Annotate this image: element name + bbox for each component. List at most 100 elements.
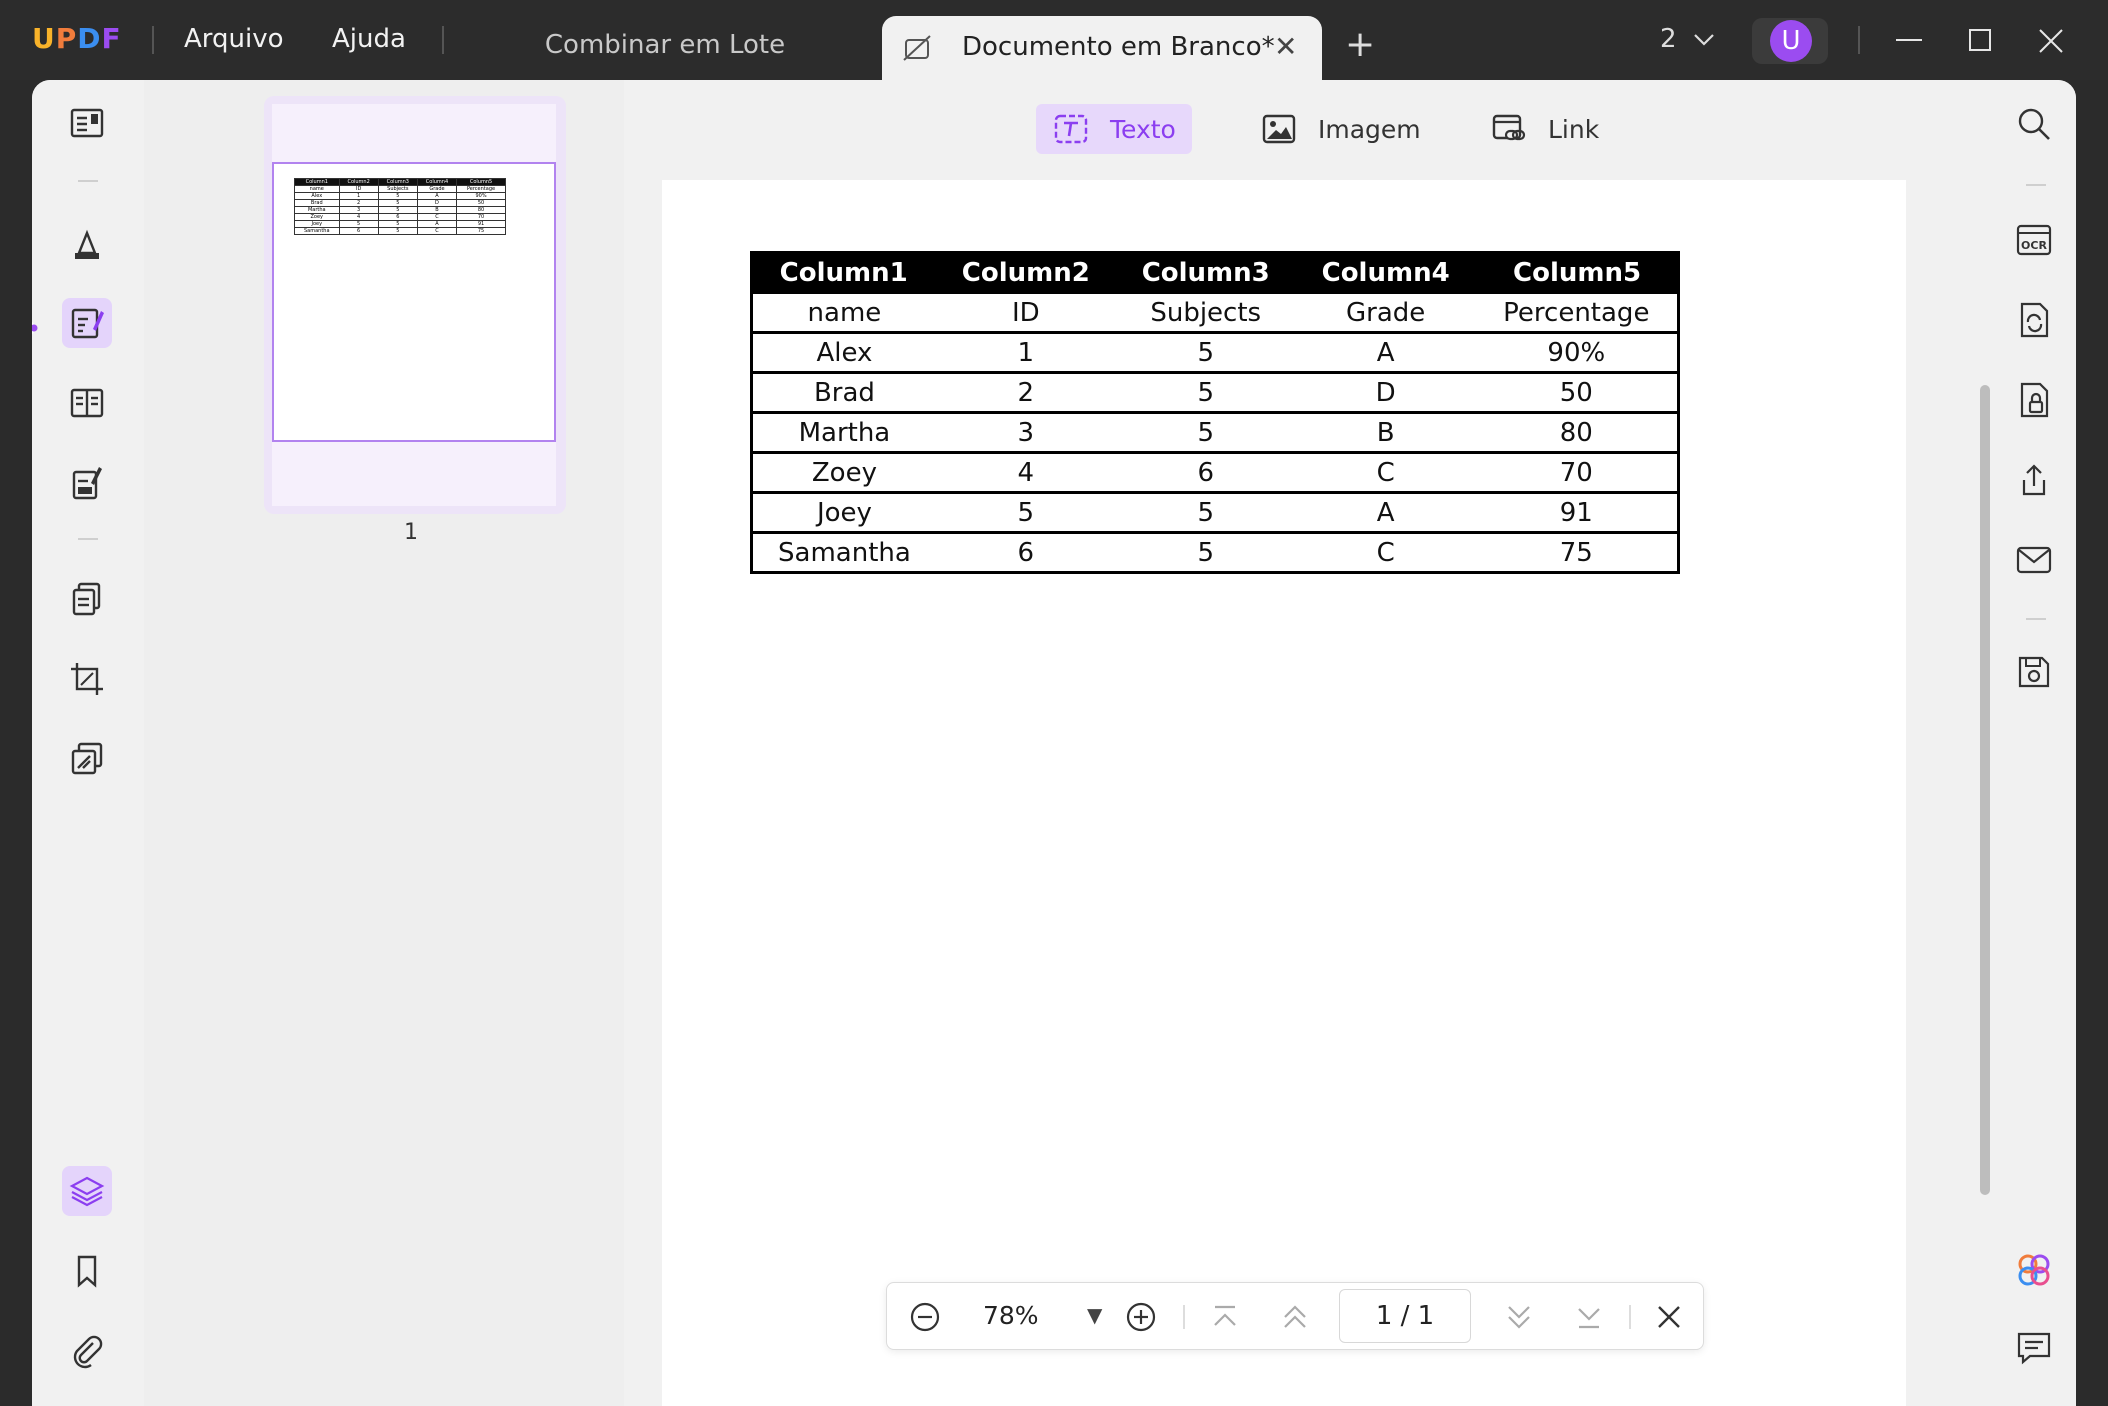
table-cell[interactable]: Alex — [749, 331, 936, 374]
save-button[interactable] — [2014, 652, 2058, 696]
table-cell[interactable]: 5 — [1115, 491, 1296, 534]
table-cell[interactable]: D — [1295, 371, 1476, 414]
next-page-icon[interactable] — [1501, 1299, 1537, 1335]
table-cell[interactable]: Samantha — [749, 531, 936, 574]
ocr-button[interactable]: OCR — [2014, 220, 2058, 264]
pages-icon — [72, 582, 101, 616]
table-cell[interactable]: 5 — [1115, 411, 1296, 454]
reader-button[interactable] — [62, 98, 112, 148]
minimize-icon[interactable] — [1894, 28, 1924, 58]
layers-button[interactable] — [62, 1166, 112, 1216]
toolbar-divider — [2026, 184, 2046, 186]
thumb-cell: 5 — [377, 192, 418, 200]
new-tab-button[interactable]: + — [1345, 24, 1375, 65]
thumb-cell: 90% — [456, 192, 506, 200]
zoom-level[interactable]: 78% — [983, 1301, 1039, 1330]
menu-file[interactable]: Arquivo — [184, 24, 284, 54]
menu-help[interactable]: Ajuda — [332, 24, 406, 54]
image-tool-button[interactable]: Imagem — [1244, 104, 1424, 154]
page-indicator[interactable]: 1 / 1 — [1339, 1289, 1471, 1343]
table-cell[interactable]: 2 — [935, 371, 1116, 414]
thumb-cell: Column4 — [416, 178, 458, 186]
thumbnail-content: Column1 Column2 Column3 Column4 Column5 … — [272, 162, 556, 442]
table-cell[interactable]: 70 — [1475, 451, 1680, 494]
attachment-button[interactable] — [62, 1326, 112, 1376]
tab-batch-combine[interactable]: Combinar em Lote — [520, 30, 810, 60]
table-row: Joey 5 5 A 91 — [749, 491, 1680, 534]
table-header-row: Column1 Column2 Column3 Column4 Column5 — [749, 251, 1680, 294]
zoom-in-icon[interactable] — [1123, 1299, 1159, 1335]
protect-button[interactable] — [2014, 380, 2058, 424]
table-cell[interactable]: ID — [935, 291, 1116, 334]
close-navigation-icon[interactable] — [1651, 1299, 1687, 1335]
fill-sign-button[interactable] — [62, 458, 112, 508]
text-tool-label: Texto — [1110, 115, 1176, 144]
pages-button[interactable] — [62, 574, 112, 624]
window-count-dropdown[interactable]: 2 — [1660, 24, 1715, 54]
text-tool-button[interactable]: Texto — [1036, 104, 1192, 154]
avatar: U — [1770, 20, 1812, 62]
user-avatar-button[interactable]: U — [1752, 18, 1828, 64]
comment-button[interactable] — [62, 220, 112, 270]
thumb-cell: name — [294, 185, 340, 193]
table-cell[interactable]: 90% — [1475, 331, 1680, 374]
close-window-icon[interactable] — [2036, 26, 2066, 56]
title-separator — [442, 26, 444, 54]
convert-button[interactable] — [2014, 300, 2058, 344]
zoom-out-icon[interactable] — [907, 1299, 943, 1335]
table-cell[interactable]: 5 — [1115, 531, 1296, 574]
updf-logo: UPDF — [32, 22, 122, 55]
thumb-cell: Column2 — [338, 178, 379, 186]
compare-button[interactable] — [62, 734, 112, 784]
previous-page-icon[interactable] — [1277, 1299, 1313, 1335]
table-cell[interactable]: B — [1295, 411, 1476, 454]
close-tab-icon[interactable]: ✕ — [1274, 30, 1297, 63]
table-cell[interactable]: 1 — [935, 331, 1116, 374]
table-cell[interactable]: 91 — [1475, 491, 1680, 534]
table-cell[interactable]: 80 — [1475, 411, 1680, 454]
link-tool-button[interactable]: Link — [1474, 104, 1624, 154]
table-cell[interactable]: C — [1295, 451, 1476, 494]
table-cell[interactable]: 5 — [1115, 371, 1296, 414]
table-cell[interactable]: 50 — [1475, 371, 1680, 414]
tab-blank-document[interactable]: Documento em Branco* ✕ — [882, 16, 1322, 80]
zoom-dropdown-icon[interactable]: ▼ — [1087, 1303, 1102, 1327]
vertical-scrollbar[interactable] — [1980, 385, 1990, 1195]
table-cell[interactable]: 5 — [1115, 331, 1296, 374]
page-thumbnail[interactable]: Column1 Column2 Column3 Column4 Column5 … — [264, 96, 566, 514]
table-cell[interactable]: C — [1295, 531, 1476, 574]
search-button[interactable] — [2014, 104, 2058, 148]
table-cell[interactable]: Zoey — [749, 451, 936, 494]
table-cell[interactable]: Percentage — [1475, 291, 1680, 334]
title-bar: UPDF Arquivo Ajuda Combinar em Lote Docu… — [0, 0, 2108, 80]
table-cell[interactable]: Grade — [1295, 291, 1476, 334]
table-cell[interactable]: Joey — [749, 491, 936, 534]
first-page-icon[interactable] — [1207, 1299, 1243, 1335]
table-cell[interactable]: 3 — [935, 411, 1116, 454]
maximize-icon[interactable] — [1966, 26, 1996, 56]
comments-panel-button[interactable] — [2014, 1328, 2058, 1372]
table-cell[interactable]: Subjects — [1115, 291, 1296, 334]
title-separator — [1858, 26, 1860, 54]
table-cell[interactable]: Brad — [749, 371, 936, 414]
ai-assistant-button[interactable] — [2014, 1250, 2058, 1294]
document-area: Texto Imagem Link Column1 Column2 Column… — [624, 80, 1996, 1406]
table-cell[interactable]: 4 — [935, 451, 1116, 494]
thumb-cell: A — [416, 220, 458, 228]
table-cell[interactable]: A — [1295, 331, 1476, 374]
table-cell[interactable]: 75 — [1475, 531, 1680, 574]
share-button[interactable] — [2014, 460, 2058, 504]
table-cell[interactable]: name — [749, 291, 936, 334]
table-cell[interactable]: A — [1295, 491, 1476, 534]
table-cell[interactable]: 5 — [935, 491, 1116, 534]
organize-button[interactable] — [62, 378, 112, 428]
last-page-icon[interactable] — [1571, 1299, 1607, 1335]
bookmark-button[interactable] — [62, 1246, 112, 1296]
edit-pdf-button[interactable] — [62, 298, 112, 348]
table-cell[interactable]: 6 — [935, 531, 1116, 574]
crop-button[interactable] — [62, 654, 112, 704]
thumb-cell: Samantha — [294, 227, 340, 235]
table-cell[interactable]: Martha — [749, 411, 936, 454]
email-button[interactable] — [2014, 540, 2058, 584]
table-cell[interactable]: 6 — [1115, 451, 1296, 494]
